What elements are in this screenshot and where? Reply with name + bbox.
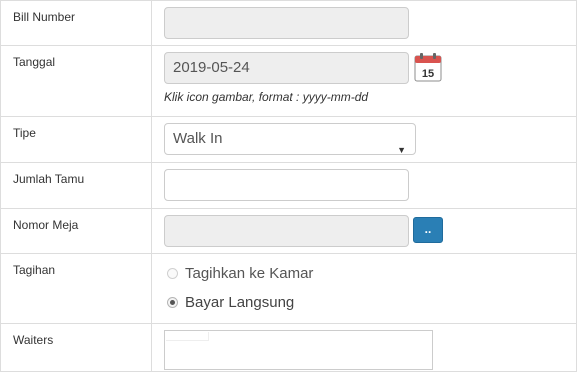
nomor-meja-cell: .. — [151, 208, 577, 254]
bill-number-label: Bill Number — [0, 0, 152, 46]
tagihan-option-kamar[interactable]: Tagihkan ke Kamar — [164, 261, 576, 285]
calendar-day-text: 15 — [422, 68, 434, 80]
tagihan-option-langsung[interactable]: Bayar Langsung — [164, 290, 576, 314]
waiters-list-item — [166, 332, 209, 341]
radio-langsung[interactable] — [167, 296, 178, 308]
calendar-icon[interactable]: 15 — [414, 52, 442, 82]
nomor-meja-input[interactable] — [164, 215, 409, 247]
reservation-form: Bill Number Tanggal 2019-05-24 15 Klik i… — [0, 0, 577, 372]
waiters-label: Waiters — [0, 323, 152, 372]
tipe-selected-value: Walk In — [173, 130, 223, 147]
jumlah-tamu-label: Jumlah Tamu — [0, 162, 152, 209]
caret-down-icon: ▼ — [397, 145, 406, 155]
tanggal-input[interactable]: 2019-05-24 — [164, 52, 409, 84]
radio-kamar-label: Tagihkan ke Kamar — [185, 264, 314, 282]
tagihan-label: Tagihan — [0, 253, 152, 324]
tagihan-cell: Tagihkan ke Kamar Bayar Langsung — [151, 253, 577, 324]
tipe-label: Tipe — [0, 116, 152, 163]
radio-kamar[interactable] — [167, 267, 178, 279]
nomor-meja-label: Nomor Meja — [0, 208, 152, 254]
bill-number-cell — [151, 0, 577, 46]
jumlah-tamu-input[interactable] — [164, 169, 409, 201]
waiters-cell — [151, 323, 577, 372]
radio-langsung-label: Bayar Langsung — [185, 293, 295, 311]
waiters-listbox[interactable] — [164, 330, 433, 370]
tanggal-label: Tanggal — [0, 45, 152, 117]
tanggal-hint: Klik icon gambar, format : yyyy-mm-dd — [164, 90, 369, 104]
jumlah-tamu-cell — [151, 162, 577, 209]
tipe-cell: Walk In ▼ — [151, 116, 577, 163]
tanggal-cell: 2019-05-24 15 Klik icon gambar, format :… — [151, 45, 577, 117]
browse-meja-button[interactable]: .. — [413, 217, 443, 243]
bill-number-input[interactable] — [164, 7, 409, 39]
tipe-select[interactable]: Walk In ▼ — [164, 123, 416, 155]
